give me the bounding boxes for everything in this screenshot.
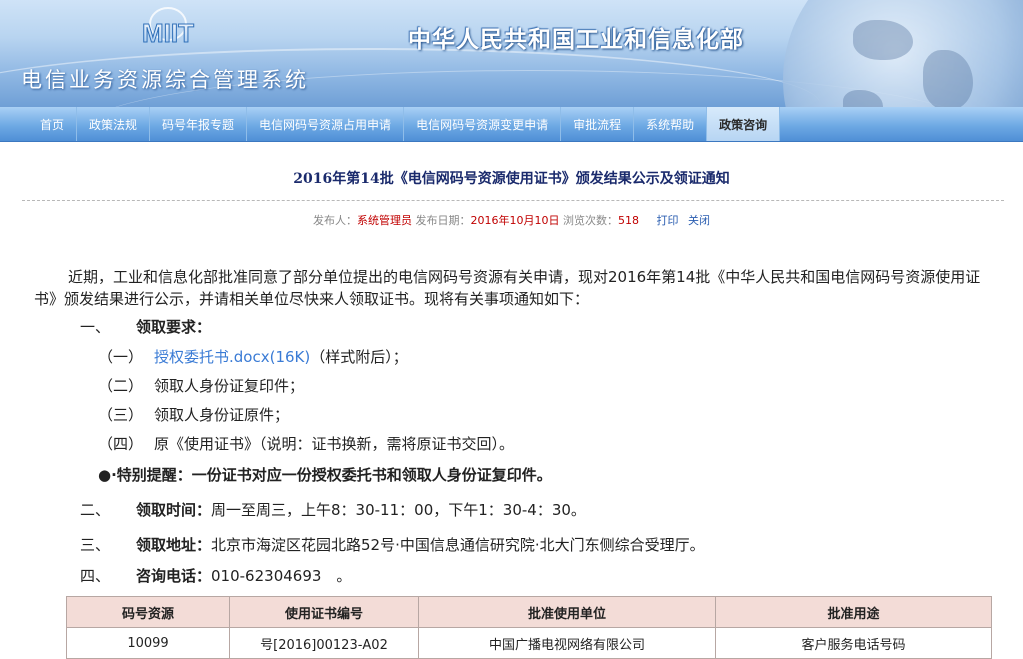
views-label: 浏览次数： <box>563 214 618 227</box>
section-text: 北京市海淀区花园北路52号·中国信息通信研究院·北大门东侧综合受理厅。 <box>211 536 705 554</box>
section-number: 三、 <box>80 536 111 554</box>
section-number: 四、 <box>80 567 111 585</box>
globe-graphic <box>783 0 1023 107</box>
section-text: 周一至周三，上午8：30-11：00，下午1：30-4：30。 <box>211 501 586 519</box>
table-cell: 客户服务电话号码 <box>715 627 992 659</box>
item-number: （三） <box>98 406 144 424</box>
section-consult-phone: 四、 咨询电话：010-62304693 。 <box>80 565 1023 587</box>
table-cell: 中国广播电视网络有限公司 <box>418 627 716 659</box>
article-title: 2016年第14批《电信网码号资源使用证书》颁发结果公示及领证通知 <box>293 171 730 187</box>
section-label: 咨询电话： <box>136 567 212 585</box>
section-number: 二、 <box>80 501 111 519</box>
nav-policy-regulations[interactable]: 政策法规 <box>77 107 151 141</box>
certificate-table: 码号资源 使用证书编号 批准使用单位 批准用途 10099 号[2016]001… <box>66 596 992 659</box>
section-label: 领取时间： <box>136 501 212 519</box>
date-label: 发布日期： <box>415 214 471 227</box>
section-requirements: 一、 领取要求： <box>80 316 1023 338</box>
table-header-row: 码号资源 使用证书编号 批准使用单位 批准用途 <box>66 596 992 628</box>
title-divider <box>22 200 1004 201</box>
article-content: 2016年第14批《电信网码号资源使用证书》颁发结果公示及领证通知 发布人：系统… <box>0 142 1023 659</box>
main-nav: 首页 政策法规 码号年报专题 电信网码号资源占用申请 电信网码号资源变更申请 审… <box>0 107 1023 142</box>
item-text: 原《使用证书》（说明：证书换新，需将原证书交回）。 <box>154 435 515 453</box>
section-label: 领取要求： <box>136 318 212 336</box>
item-text: 领取人身份证复印件； <box>154 377 305 395</box>
date-value: 2016年10月10日 <box>470 214 560 227</box>
article-meta: 发布人：系统管理员 发布日期：2016年10月10日 浏览次数：518 打印 关… <box>0 212 1023 228</box>
table-row: 10099 号[2016]00123-A02 中国广播电视网络有限公司 客户服务… <box>66 627 992 659</box>
table-cell: 10099 <box>66 627 230 659</box>
item-number: （一） <box>98 348 144 366</box>
nav-policy-consult[interactable]: 政策咨询 <box>707 107 781 141</box>
item-text: （样式附后）； <box>310 348 408 366</box>
section-number: 一、 <box>80 318 111 336</box>
nav-approval-process[interactable]: 审批流程 <box>561 107 635 141</box>
section-text: 010-62304693 。 <box>211 567 352 585</box>
section-label: 领取地址： <box>136 536 212 554</box>
logo-text: MIIT <box>142 18 194 48</box>
section-pickup-address: 三、 领取地址：北京市海淀区花园北路52号·中国信息通信研究院·北大门东侧综合受理… <box>80 534 1023 556</box>
requirement-item-4: （四） 原《使用证书》（说明：证书换新，需将原证书交回）。 <box>98 433 1023 455</box>
publisher-value: 系统管理员 <box>357 214 412 227</box>
system-title: 电信业务资源综合管理系统 <box>21 68 309 92</box>
site-banner: MIIT 中华人民共和国工业和信息化部 电信业务资源综合管理系统 <box>0 0 1023 107</box>
ministry-name: 中华人民共和国工业和信息化部 <box>408 26 744 53</box>
nav-home[interactable]: 首页 <box>0 107 78 141</box>
miit-logo: MIIT <box>142 7 195 49</box>
nav-annual-report[interactable]: 码号年报专题 <box>150 107 248 141</box>
nav-occupancy-application[interactable]: 电信网码号资源占用申请 <box>247 107 405 141</box>
nav-change-application[interactable]: 电信网码号资源变更申请 <box>404 107 562 141</box>
column-header: 使用证书编号 <box>229 596 419 628</box>
requirement-item-1: （一） 授权委托书.docx(16K)（样式附后）； <box>98 346 1023 368</box>
column-header: 码号资源 <box>66 596 230 628</box>
column-header: 批准用途 <box>715 596 992 628</box>
item-number: （四） <box>98 435 144 453</box>
special-reminder: ●·特别提醒：一份证书对应一份授权委托书和领取人身份证复印件。 <box>98 466 552 484</box>
print-link[interactable]: 打印 <box>657 214 679 227</box>
close-link[interactable]: 关闭 <box>688 214 710 227</box>
nav-system-help[interactable]: 系统帮助 <box>634 107 708 141</box>
item-number: （二） <box>98 377 144 395</box>
section-pickup-time: 二、 领取时间：周一至周三，上午8：30-11：00，下午1：30-4：30。 <box>80 499 1023 521</box>
requirement-item-2: （二） 领取人身份证复印件； <box>98 375 1023 397</box>
authorization-doc-link[interactable]: 授权委托书.docx(16K) <box>154 348 310 366</box>
item-text: 领取人身份证原件； <box>154 406 290 424</box>
table-cell: 号[2016]00123-A02 <box>229 627 419 659</box>
publisher-label: 发布人： <box>313 214 357 227</box>
intro-paragraph: 近期，工业和信息化部批准同意了部分单位提出的电信网码号资源有关申请，现对2016… <box>34 268 981 308</box>
column-header: 批准使用单位 <box>418 596 716 628</box>
views-value: 518 <box>618 214 639 227</box>
requirement-item-3: （三） 领取人身份证原件； <box>98 404 1023 426</box>
